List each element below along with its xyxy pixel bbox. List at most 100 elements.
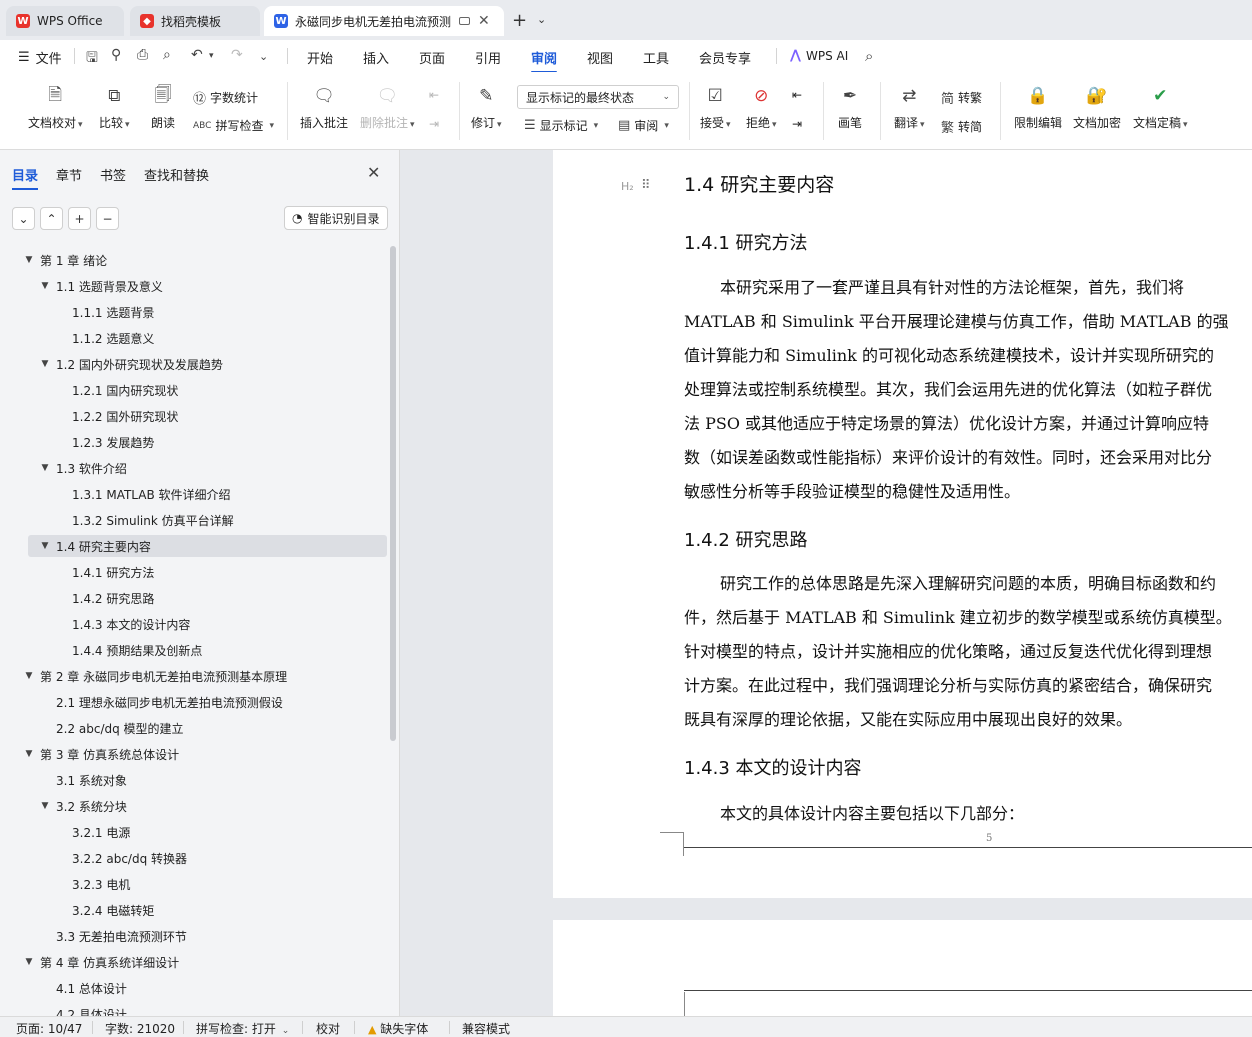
tab-page[interactable]: 页面 xyxy=(419,48,445,67)
missing-font-status[interactable]: ▲ 缺失字体 xyxy=(368,1020,428,1037)
tab-references[interactable]: 引用 xyxy=(475,48,501,67)
wps-ai-button[interactable]: ⋀ WPS AI xyxy=(790,48,848,63)
toc-item[interactable]: 3.2.2 abc/dq 转换器 xyxy=(56,847,187,869)
accept-button[interactable]: ☑ 接受 ▾ xyxy=(700,84,731,131)
drag-handle-icon[interactable]: ⠿ xyxy=(641,178,650,193)
toc-item[interactable]: 4.1 总体设计 xyxy=(40,977,127,999)
new-tab-icon[interactable]: + xyxy=(512,10,527,31)
toc-item[interactable]: 3.2.1 电源 xyxy=(56,821,130,843)
to-traditional-button[interactable]: 简 转繁 xyxy=(941,88,982,107)
delete-comment-button[interactable]: 🗨 删除批注 ▾ xyxy=(360,84,415,131)
toc-item[interactable]: 1.3.1 MATLAB 软件详细介绍 xyxy=(56,483,231,505)
redo-icon[interactable]: ↷ xyxy=(231,47,243,63)
toc-item[interactable]: 3.3 无差拍电流预测环节 xyxy=(40,925,187,947)
toc-item[interactable]: 3.2.4 电磁转矩 xyxy=(56,899,154,921)
undo-dropdown-icon[interactable]: ▾ xyxy=(209,51,214,61)
nav-tab-chapters[interactable]: 章节 xyxy=(56,165,82,184)
chevron-down-icon[interactable]: ⌄ xyxy=(537,13,546,26)
toc-item[interactable]: 1.4.4 预期结果及创新点 xyxy=(56,639,202,661)
monitor-icon[interactable] xyxy=(459,17,470,25)
close-icon[interactable]: ✕ xyxy=(478,13,490,29)
toc-item[interactable]: ▼ 第 3 章 仿真系统总体设计 xyxy=(24,743,180,765)
share-icon[interactable]: ⚲ xyxy=(111,47,121,63)
encrypt-button[interactable]: 🔐 文档加密 xyxy=(1073,84,1121,131)
read-aloud-button[interactable]: 🗐 朗读 xyxy=(151,84,175,131)
reject-button[interactable]: ⊘ 拒绝 ▾ xyxy=(746,84,777,131)
toc-item[interactable]: 1.4.3 本文的设计内容 xyxy=(56,613,190,635)
markup-state-select[interactable]: 显示标记的最终状态 ⌄ xyxy=(517,85,679,109)
close-icon[interactable]: ✕ xyxy=(367,163,380,182)
collapse-all-icon[interactable]: ⌄ xyxy=(12,207,35,230)
toc-item[interactable]: 1.2.3 发展趋势 xyxy=(56,431,154,453)
next-change-icon[interactable]: ⇥ xyxy=(792,117,802,131)
remove-heading-icon[interactable]: − xyxy=(96,207,119,230)
toc-item[interactable]: 3.1 系统对象 xyxy=(40,769,127,791)
heading-level-marker[interactable]: H₂ xyxy=(621,180,634,193)
expand-arrow-icon[interactable]: ▼ xyxy=(40,281,50,291)
tab-member[interactable]: 会员专享 xyxy=(699,48,751,67)
to-simplified-button[interactable]: 繁 转简 xyxy=(941,117,982,136)
toc-item[interactable]: 4.2 具体设计 xyxy=(40,1003,127,1017)
file-menu[interactable]: ☰ 文件 xyxy=(18,48,62,67)
undo-icon[interactable]: ↶ xyxy=(191,47,203,63)
toc-item[interactable]: 1.3.2 Simulink 仿真平台详解 xyxy=(56,509,234,531)
tab-review[interactable]: 审阅 xyxy=(531,48,558,73)
tab-wps-office[interactable]: W WPS Office xyxy=(6,6,124,36)
add-heading-icon[interactable]: + xyxy=(68,207,91,230)
nav-tab-bookmarks[interactable]: 书签 xyxy=(100,165,126,184)
expand-arrow-icon[interactable]: ▼ xyxy=(24,749,34,759)
expand-arrow-icon[interactable]: ▼ xyxy=(40,359,50,369)
doc-check-button[interactable]: 🗎 文档校对 ▾ xyxy=(28,84,83,131)
expand-arrow-icon[interactable]: ▼ xyxy=(24,671,34,681)
toc-item[interactable]: 1.4.2 研究思路 xyxy=(56,587,154,609)
toc-scrollbar[interactable] xyxy=(390,246,396,741)
nav-tab-find-replace[interactable]: 查找和替换 xyxy=(144,165,209,184)
search-icon[interactable]: ⌕ xyxy=(865,47,873,65)
tab-docer[interactable]: ◆ 找稻壳模板 xyxy=(130,6,260,36)
expand-arrow-icon[interactable]: ▼ xyxy=(40,463,50,473)
restrict-edit-button[interactable]: 🔒 限制编辑 xyxy=(1014,84,1062,131)
next-comment-icon[interactable]: ⇥ xyxy=(429,117,439,131)
print-preview-icon[interactable]: ⌕ xyxy=(163,47,171,63)
word-count-indicator[interactable]: 字数: 21020 xyxy=(105,1020,175,1037)
toc-item[interactable]: ▼ 第 2 章 永磁同步电机无差拍电流预测基本原理 xyxy=(24,665,288,687)
tab-document[interactable]: W 永磁同步电机无差拍电流预测 ✕ xyxy=(264,6,504,36)
tab-view[interactable]: 视图 xyxy=(587,48,613,67)
tab-insert[interactable]: 插入 xyxy=(363,48,389,67)
nav-tab-toc[interactable]: 目录 xyxy=(12,165,39,190)
pen-button[interactable]: ✒ 画笔 xyxy=(838,84,862,131)
toc-item[interactable]: 2.2 abc/dq 模型的建立 xyxy=(40,717,184,739)
customize-chevron-icon[interactable]: ⌄ xyxy=(259,50,268,63)
show-markup-button[interactable]: ☰ 显示标记 ▾ xyxy=(524,117,598,134)
translate-button[interactable]: ⇄ 翻译 ▾ xyxy=(894,84,925,131)
previous-comment-icon[interactable]: ⇤ xyxy=(429,88,439,102)
toc-item[interactable]: 1.4.1 研究方法 xyxy=(56,561,154,583)
toc-item[interactable]: 2.1 理想永磁同步电机无差拍电流预测假设 xyxy=(40,691,283,713)
insert-comment-button[interactable]: 🗨 插入批注 xyxy=(300,84,348,131)
print-icon[interactable]: ⎙ xyxy=(137,47,148,63)
toc-item[interactable]: ▼ 1.4 研究主要内容 xyxy=(40,535,151,557)
expand-arrow-icon[interactable]: ▼ xyxy=(40,801,50,811)
expand-up-icon[interactable]: ⌃ xyxy=(40,207,63,230)
toc-item[interactable]: ▼ 第 4 章 仿真系统详细设计 xyxy=(24,951,180,973)
finalize-button[interactable]: ✔ 文档定稿 ▾ xyxy=(1133,84,1188,131)
proofread-status[interactable]: 校对 xyxy=(316,1020,340,1037)
toc-item[interactable]: ▼ 1.1 选题背景及意义 xyxy=(40,275,163,297)
toc-item[interactable]: 1.1.1 选题背景 xyxy=(56,301,154,323)
page-indicator[interactable]: 页面: 10/47 xyxy=(16,1020,82,1037)
tab-home[interactable]: 开始 xyxy=(307,48,333,67)
toc-item[interactable]: 3.2.3 电机 xyxy=(56,873,130,895)
toc-item[interactable]: ▼ 3.2 系统分块 xyxy=(40,795,127,817)
word-count-button[interactable]: ⑫ 字数统计 xyxy=(193,88,258,107)
revise-button[interactable]: ✎ 修订 ▾ xyxy=(471,84,502,131)
smart-toc-button[interactable]: ◔ 智能识别目录 xyxy=(284,206,388,230)
save-icon[interactable]: 🖫 xyxy=(86,47,98,71)
expand-arrow-icon[interactable]: ▼ xyxy=(24,957,34,967)
toc-item[interactable]: 1.2.1 国内研究现状 xyxy=(56,379,178,401)
expand-arrow-icon[interactable]: ▼ xyxy=(24,255,34,265)
spell-check-status[interactable]: 拼写检查: 打开 ⌄ xyxy=(196,1020,289,1037)
expand-arrow-icon[interactable]: ▼ xyxy=(40,541,50,551)
spell-check-button[interactable]: ABC 拼写检查 ▾ xyxy=(193,117,274,134)
compare-button[interactable]: ⧉ 比较 ▾ xyxy=(99,84,130,131)
tab-tools[interactable]: 工具 xyxy=(643,48,669,67)
